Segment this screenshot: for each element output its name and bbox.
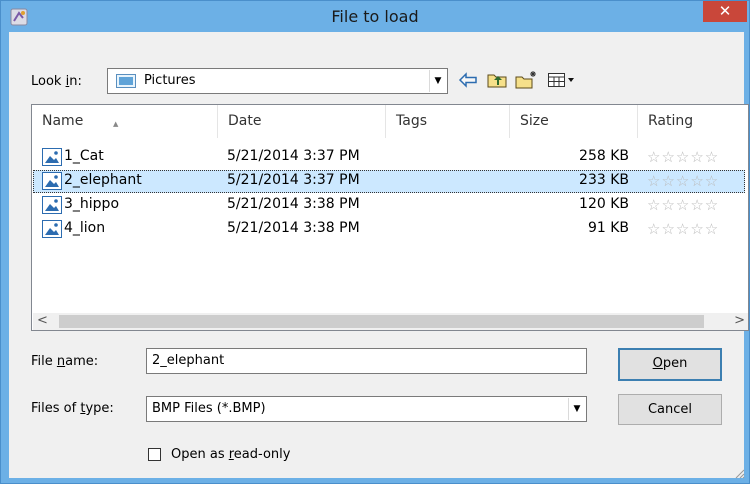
chevron-down-icon[interactable]: ▼	[429, 70, 446, 92]
file-row[interactable]: 1_Cat 5/21/2014 3:37 PM 258 KB ☆☆☆☆☆	[33, 146, 745, 169]
file-name-input[interactable]: 2_elephant	[146, 348, 587, 374]
scroll-right-icon[interactable]: >	[734, 313, 745, 328]
sort-up-icon: ▲	[113, 120, 119, 128]
file-size: 233 KB	[579, 172, 629, 188]
column-header-rating[interactable]: Rating	[638, 105, 748, 138]
file-name-label: File name:	[31, 354, 99, 369]
image-file-icon	[42, 148, 62, 166]
view-menu-icon[interactable]	[547, 70, 577, 90]
file-name: 3_hippo	[64, 196, 120, 212]
file-row[interactable]: 3_hippo 5/21/2014 3:38 PM 120 KB ☆☆☆☆☆	[33, 194, 745, 217]
chevron-down-icon[interactable]: ▼	[568, 398, 585, 420]
rating-stars[interactable]: ☆☆☆☆☆	[647, 220, 719, 238]
image-file-icon	[42, 172, 62, 190]
file-name: 4_lion	[64, 220, 106, 236]
look-in-value: Pictures	[144, 73, 196, 88]
file-date: 5/21/2014 3:38 PM	[227, 220, 360, 236]
file-type-value: BMP Files (*.BMP)	[152, 401, 266, 416]
open-button[interactable]: Open	[618, 348, 722, 381]
file-date: 5/21/2014 3:37 PM	[227, 172, 360, 188]
file-row-selected[interactable]: 2_elephant 5/21/2014 3:37 PM 233 KB ☆☆☆☆…	[33, 170, 745, 193]
new-folder-icon[interactable]	[514, 70, 538, 90]
open-readonly-checkbox[interactable]	[148, 448, 161, 461]
file-type-dropdown[interactable]: BMP Files (*.BMP) ▼	[146, 396, 587, 422]
column-header-tags[interactable]: Tags	[386, 105, 510, 138]
back-arrow-icon[interactable]	[457, 70, 479, 90]
column-header-name[interactable]: Name ▲	[32, 105, 218, 138]
file-date: 5/21/2014 3:38 PM	[227, 196, 360, 212]
column-header-date[interactable]: Date	[218, 105, 386, 138]
file-name: 1_Cat	[64, 148, 104, 164]
column-header-size[interactable]: Size	[510, 105, 638, 138]
scrollbar-thumb[interactable]	[59, 315, 704, 328]
file-dialog-window: File to load ✕ Look in: Pictures ▼ Name ▲…	[0, 0, 750, 484]
cancel-button[interactable]: Cancel	[618, 394, 722, 425]
file-size: 258 KB	[579, 148, 629, 164]
file-size: 91 KB	[587, 220, 629, 236]
file-date: 5/21/2014 3:37 PM	[227, 148, 360, 164]
pictures-folder-icon	[116, 74, 136, 88]
horizontal-scrollbar[interactable]: < >	[33, 313, 748, 330]
image-file-icon	[42, 196, 62, 214]
file-row[interactable]: 4_lion 5/21/2014 3:38 PM 91 KB ☆☆☆☆☆	[33, 218, 745, 241]
rating-stars[interactable]: ☆☆☆☆☆	[647, 196, 719, 214]
file-name: 2_elephant	[64, 172, 142, 188]
resize-grip-icon[interactable]	[733, 467, 745, 479]
window-title: File to load	[331, 7, 419, 26]
scroll-left-icon[interactable]: <	[37, 313, 48, 328]
close-button[interactable]: ✕	[703, 1, 747, 22]
file-size: 120 KB	[579, 196, 629, 212]
look-in-dropdown[interactable]: Pictures ▼	[107, 68, 448, 94]
rating-stars[interactable]: ☆☆☆☆☆	[647, 148, 719, 166]
image-file-icon	[42, 220, 62, 238]
title-bar[interactable]: File to load ✕	[1, 1, 749, 32]
file-type-label: Files of type:	[31, 401, 114, 416]
rating-stars[interactable]: ☆☆☆☆☆	[647, 172, 719, 190]
up-folder-icon[interactable]	[486, 70, 508, 90]
file-list[interactable]: Name ▲ Date Tags Size Rating 1_Cat 5/21/2…	[31, 104, 749, 331]
look-in-label: Look in:	[31, 74, 82, 89]
open-readonly-label[interactable]: Open as read-only	[171, 447, 290, 462]
